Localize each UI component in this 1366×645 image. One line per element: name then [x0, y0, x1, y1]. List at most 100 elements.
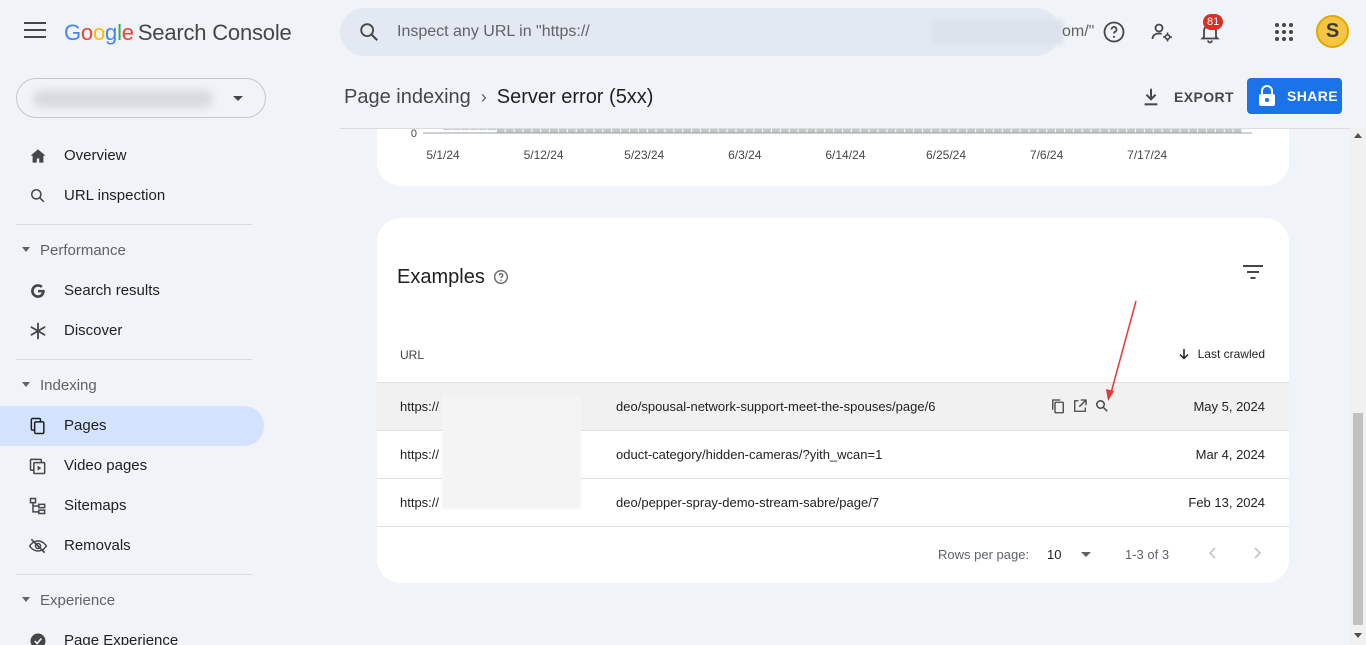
chart-bar [825, 129, 834, 133]
breadcrumb-page-indexing[interactable]: Page indexing [344, 86, 471, 108]
chart-bar [470, 129, 479, 130]
chart-bar [1215, 129, 1224, 133]
eye-off-icon [28, 538, 48, 554]
row-actions [1049, 397, 1111, 415]
search-icon [31, 189, 45, 203]
column-header-last-crawled[interactable]: Last crawled [1178, 347, 1265, 361]
scroll-up-icon[interactable] [1354, 132, 1362, 138]
chart-bar [967, 129, 976, 133]
chart-bar [1180, 129, 1189, 133]
scrollbar-thumb[interactable] [1353, 413, 1363, 625]
export-button[interactable]: EXPORT [1140, 80, 1234, 114]
chart-bar [505, 129, 514, 133]
chart-bar [532, 129, 541, 133]
chart-bar [958, 129, 967, 133]
chart-bar [789, 129, 798, 133]
sidebar-section-experience[interactable]: Experience [0, 583, 264, 619]
google-search-console-logo[interactable]: Google Search Console [64, 20, 292, 46]
rows-per-page-value: 10 [1047, 547, 1062, 562]
google-g-icon [31, 284, 45, 298]
chart-bar [700, 129, 709, 133]
chart-bar [603, 129, 612, 133]
chart-bar [1206, 129, 1215, 133]
user-settings-icon[interactable] [1150, 20, 1174, 44]
chart-bar [461, 129, 470, 130]
filter-icon[interactable] [1243, 264, 1263, 280]
sitemap-icon [29, 497, 46, 515]
chart-bar [949, 129, 958, 133]
scroll-down-icon[interactable] [1354, 633, 1362, 639]
chart-bar [1162, 129, 1171, 133]
copy-icon[interactable] [1049, 397, 1067, 415]
chart-bar [887, 129, 896, 133]
url-inspection-search-bar[interactable]: Inspect any URL in "https:// om/" [340, 8, 1094, 56]
sidebar-item-page-experience[interactable]: Page Experience [0, 621, 264, 645]
next-page-icon[interactable] [1249, 545, 1265, 561]
chart-bar [567, 129, 576, 133]
chart-bar [905, 129, 914, 133]
chart-bar [896, 129, 905, 133]
inspect-url-icon[interactable] [1093, 397, 1111, 415]
chart-bar [541, 129, 550, 133]
chart-bar [487, 129, 496, 130]
page-scrollbar[interactable] [1350, 128, 1366, 645]
sidebar-divider [16, 359, 252, 360]
property-selector[interactable] [16, 78, 266, 118]
sidebar-item-discover[interactable]: Discover [0, 311, 264, 351]
x-tick-label: 7/6/24 [1030, 148, 1064, 162]
sidebar-item-url-inspection[interactable]: URL inspection [0, 176, 264, 216]
column-header-url[interactable]: URL [400, 348, 424, 362]
sidebar-item-pages[interactable]: Pages [0, 406, 264, 446]
collapse-triangle-icon [22, 382, 30, 387]
chart-bar [452, 129, 461, 130]
section-title: Performance [40, 242, 126, 259]
chart-bar [1144, 129, 1153, 133]
sort-descending-icon [1179, 349, 1189, 360]
previous-page-icon[interactable] [1205, 545, 1221, 561]
chart-bar [443, 129, 452, 130]
sidebar-item-label: Video pages [64, 457, 148, 474]
last-crawled-cell: Mar 4, 2024 [1195, 447, 1265, 462]
sidebar-item-label: Removals [64, 537, 131, 554]
redacted-property-name [33, 90, 213, 108]
account-avatar[interactable]: S [1316, 15, 1349, 48]
x-tick-label: 5/23/24 [624, 148, 664, 162]
main-menu-icon[interactable] [24, 22, 46, 42]
chart-bar [976, 129, 985, 133]
sidebar-item-sitemaps[interactable]: Sitemaps [0, 486, 264, 526]
chart-bar [771, 129, 780, 133]
chart-bar [496, 129, 505, 133]
sidebar-item-search-results[interactable]: Search results [0, 271, 264, 311]
chart-bar [1189, 129, 1198, 133]
x-tick-label: 5/12/24 [524, 148, 564, 162]
rows-per-page-select[interactable]: 10 [1047, 547, 1092, 562]
chart-bar [1056, 129, 1064, 133]
sidebar-item-label: URL inspection [64, 187, 166, 204]
help-icon[interactable] [1102, 20, 1126, 44]
export-label: EXPORT [1174, 89, 1234, 105]
rows-per-page-label: Rows per page: [938, 547, 1030, 562]
sidebar-section-indexing[interactable]: Indexing [0, 368, 264, 404]
chart-bar [594, 129, 603, 133]
sidebar-divider [16, 224, 252, 225]
chart-bar [931, 129, 940, 133]
share-button[interactable]: SHARE [1247, 78, 1342, 114]
chart-bar [869, 129, 878, 133]
open-in-new-icon[interactable] [1071, 397, 1089, 415]
search-placeholder: Inspect any URL in "https:// [397, 23, 590, 40]
chart-bar [745, 129, 754, 133]
sidebar-item-video-pages[interactable]: Video pages [0, 446, 264, 486]
sidebar-item-overview[interactable]: Overview [0, 136, 264, 176]
notification-count-badge: 81 [1203, 14, 1224, 30]
sidebar-section-performance[interactable]: Performance [0, 233, 264, 269]
sidebar-item-label: Sitemaps [64, 497, 127, 514]
help-icon[interactable] [493, 269, 509, 285]
chart-bar [718, 129, 727, 133]
chart-bar [860, 129, 869, 133]
apps-grid-icon[interactable] [1272, 20, 1296, 44]
search-icon [360, 23, 378, 41]
sidebar-item-label: Overview [64, 147, 127, 164]
chart-bar [1002, 129, 1011, 133]
chart-bar [878, 129, 887, 133]
sidebar-item-removals[interactable]: Removals [0, 526, 264, 566]
